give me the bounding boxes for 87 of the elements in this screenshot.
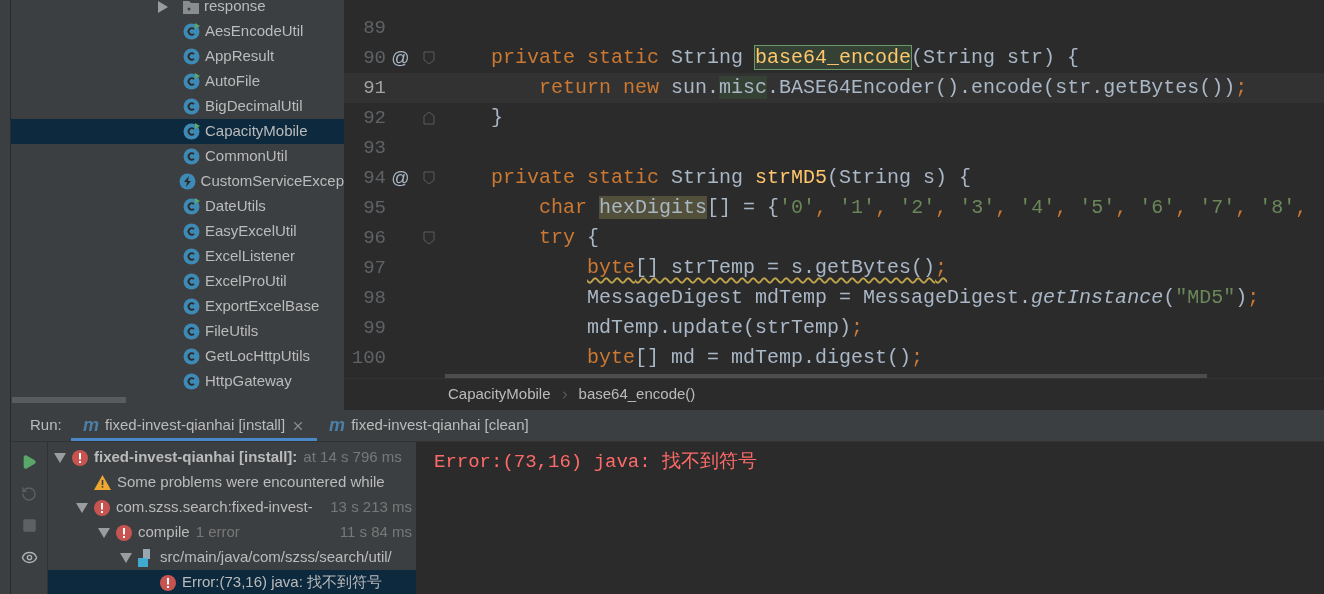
runnable-class-icon — [183, 73, 200, 90]
project-tree-item[interactable]: AppResult — [11, 44, 344, 69]
run-tree-item[interactable]: src/main/java/com/szss/search/util/ — [48, 545, 416, 570]
console-error-line: Error:(73,16) java: 找不到符号 — [434, 450, 759, 475]
error-icon — [72, 449, 88, 466]
code-line: try { — [538, 225, 600, 251]
fold-icon[interactable] — [423, 231, 435, 245]
collapse-arrow-icon[interactable] — [54, 452, 66, 463]
eye-icon[interactable] — [20, 549, 38, 566]
run-tree-item[interactable]: com.szss.search:fixed-invest- 13 s 213 ms — [48, 495, 416, 520]
collapse-arrow-icon[interactable] — [98, 527, 110, 538]
maven-label: m — [329, 414, 346, 437]
code-line: char hexDigits[] = {'0', '1', '2', '3', '4', '5', '6', '7', '8', — [538, 195, 1308, 221]
code-line: private static String strMD5(String s) { — [490, 165, 972, 191]
project-tree-item[interactable]: ExcelProUtil — [11, 269, 344, 294]
class-icon — [183, 98, 200, 115]
horizontal-scrollbar[interactable] — [12, 397, 126, 403]
run-tree-item[interactable]: Some problems were encountered while — [48, 470, 416, 495]
project-tree-item[interactable]: FileUtils — [11, 319, 344, 344]
run-tree-item[interactable]: Error:(73,16) java: 找不到符号 — [48, 570, 416, 594]
class-icon — [183, 323, 200, 340]
run-tab[interactable]: m fixed-invest-qianhai [clean] — [317, 410, 541, 441]
project-tree-item[interactable]: HttpGateway — [11, 369, 344, 394]
class-icon — [183, 373, 200, 390]
class-icon — [183, 348, 200, 365]
override-marker[interactable]: @ — [391, 164, 410, 192]
runnable-class-icon — [183, 198, 200, 215]
rerun-icon[interactable] — [21, 486, 37, 502]
maven-label: m — [83, 414, 99, 437]
fold-end-icon[interactable] — [423, 111, 435, 125]
line-number: 95 — [362, 195, 386, 221]
code-line: } — [490, 105, 504, 131]
class-icon — [183, 248, 200, 265]
project-tree-item[interactable]: BigDecimalUtil — [11, 94, 344, 119]
project-tree-item[interactable]: AutoFile — [11, 69, 344, 94]
project-tree-item[interactable]: GetLocHttpUtils — [11, 344, 344, 369]
line-number: 99 — [362, 315, 386, 341]
class-icon — [183, 148, 200, 165]
project-tree-item[interactable]: ExportExcelBase — [11, 294, 344, 319]
project-tree-item[interactable]: response — [11, 0, 344, 19]
code-line: MessageDigest mdTemp = MessageDigest.getInstance("MD5"); — [586, 285, 1260, 311]
class-icon — [183, 273, 200, 290]
line-number: 89 — [362, 15, 386, 41]
line-number: 98 — [362, 285, 386, 311]
project-tree-item[interactable]: EasyExcelUtil — [11, 219, 344, 244]
error-icon — [94, 499, 110, 516]
project-tree-item[interactable]: AesEncodeUtil — [11, 19, 344, 44]
runnable-class-icon — [183, 123, 200, 140]
class-icon — [183, 223, 200, 240]
code-line: byte[] md = mdTemp.digest(); — [586, 345, 924, 371]
code-line: byte[] strTemp = s.getBytes(); — [586, 255, 948, 281]
project-tree-item[interactable]: ExcelListener — [11, 244, 344, 269]
line-number: 90 — [362, 45, 386, 71]
line-number: 93 — [362, 135, 386, 161]
class-icon — [183, 298, 200, 315]
code-line: private static String base64_encode(String str) { — [490, 45, 1080, 71]
runnable-class-icon — [183, 23, 200, 40]
line-number: 91 — [362, 75, 386, 101]
breadcrumb[interactable]: base64_encode() — [578, 383, 696, 406]
run-tree-item[interactable]: fixed-invest-qianhai [install]: at 14 s 796 ms — [48, 445, 416, 470]
class-icon — [183, 48, 200, 65]
warning-icon — [94, 475, 111, 490]
run-label: Run: — [29, 415, 63, 436]
code-line: mdTemp.update(strTemp); — [586, 315, 864, 341]
error-icon — [116, 524, 132, 541]
line-number: 96 — [362, 225, 386, 251]
stop-icon[interactable] — [21, 518, 37, 533]
collapse-arrow-icon[interactable] — [120, 552, 132, 563]
code-line: return new sun.misc.BASE64Encoder().encode(str.getBytes()); — [538, 75, 1248, 101]
line-number: 94 — [362, 165, 386, 191]
run-tree-item[interactable]: compile 1 error 11 s 84 ms — [48, 520, 416, 545]
collapse-arrow-icon[interactable] — [76, 502, 88, 513]
exception-class-icon — [178, 173, 196, 190]
override-marker[interactable]: @ — [391, 44, 410, 72]
project-tree-item[interactable]: CapacityMobile — [11, 119, 344, 144]
project-tree-item[interactable]: DateUtils — [11, 194, 344, 219]
line-number: 97 — [362, 255, 386, 281]
fold-icon[interactable] — [423, 171, 435, 185]
breadcrumb[interactable]: CapacityMobile — [448, 383, 551, 406]
error-icon — [160, 574, 176, 591]
project-tree-item[interactable]: CustomServiceExcep — [11, 169, 344, 194]
line-number: 92 — [362, 105, 386, 131]
horizontal-scrollbar[interactable] — [445, 374, 1207, 378]
fold-icon[interactable] — [423, 51, 435, 65]
run-icon[interactable] — [21, 454, 37, 470]
line-number: 100 — [350, 345, 386, 371]
project-tree-item[interactable]: CommonUtil — [11, 144, 344, 169]
